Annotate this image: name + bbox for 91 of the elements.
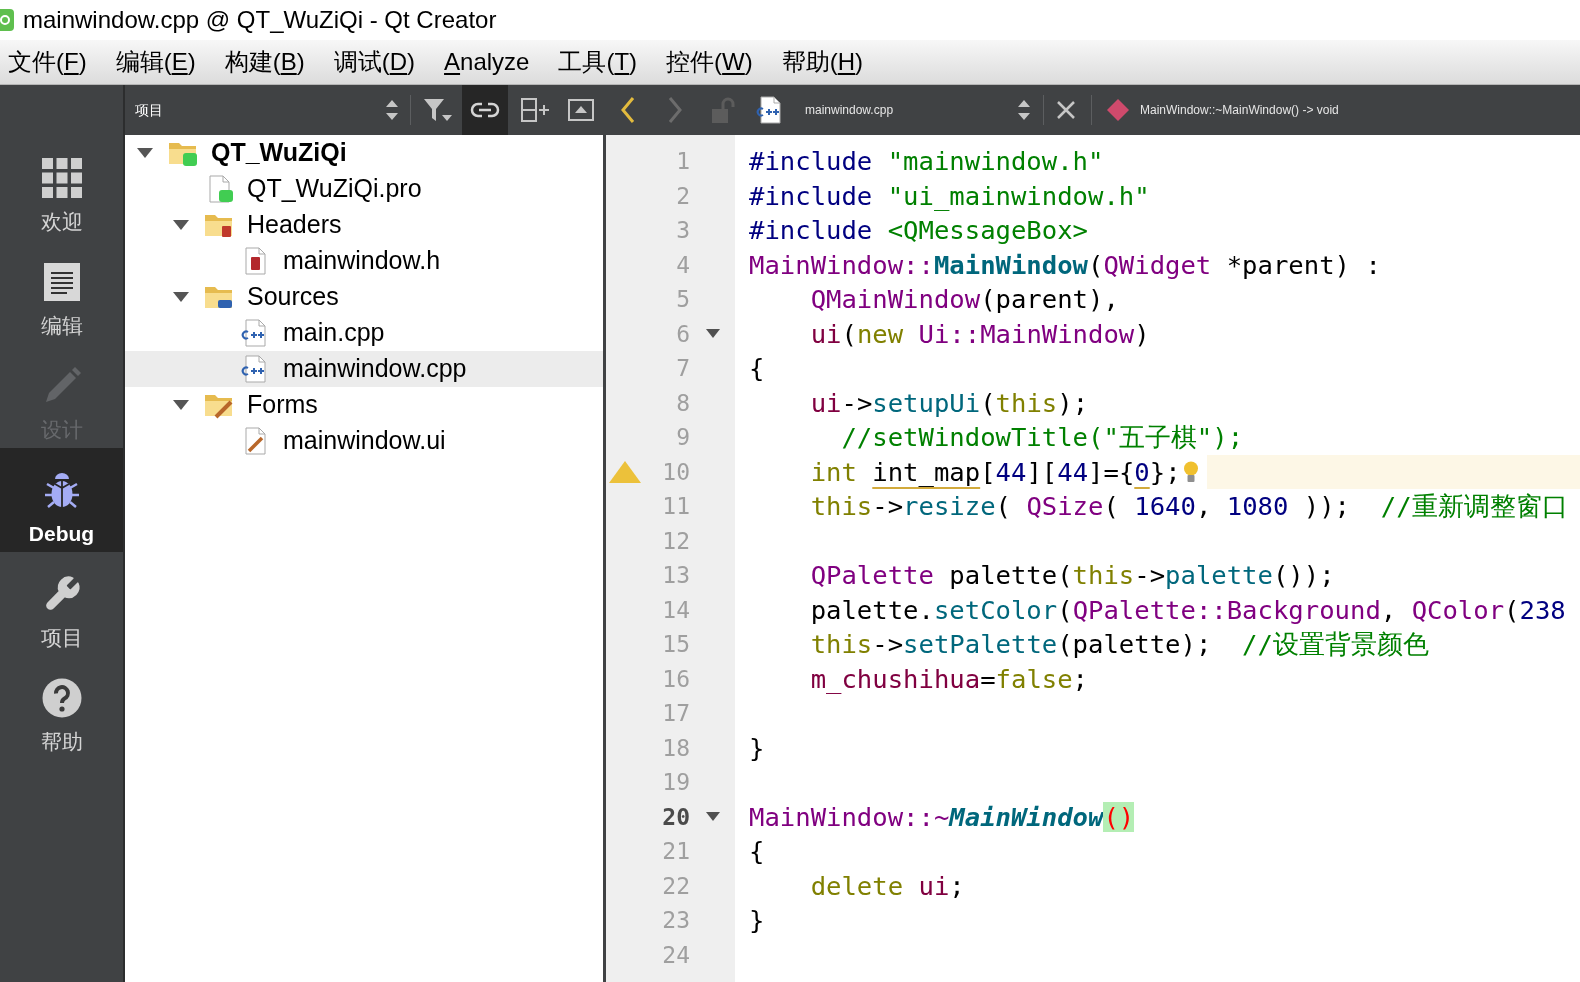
caret-down-icon[interactable]	[173, 400, 189, 410]
line-number: 23	[662, 906, 690, 935]
file-selector[interactable]: mainwindow.cpp	[755, 85, 1035, 135]
line-number: 15	[662, 630, 690, 659]
code-line: {	[749, 352, 765, 386]
tree-item[interactable]: Forms	[125, 387, 603, 423]
code-line: delete ui;	[810, 869, 965, 903]
updown-arrows-icon	[1017, 99, 1031, 121]
line-number: 22	[662, 871, 690, 901]
caret-down-icon[interactable]	[706, 812, 720, 822]
line-number: 9	[676, 423, 690, 452]
tree-item[interactable]: main.cpp	[125, 315, 603, 351]
line-number: 16	[662, 664, 690, 694]
code-line: m_chushihua=false;	[810, 662, 1089, 696]
menu-item[interactable]: 文件(F)	[8, 47, 87, 77]
code-line: //setWindowTitle("五子棋");	[841, 421, 1244, 455]
updown-arrows-icon	[385, 99, 399, 121]
menu-item[interactable]: 工具(T)	[558, 47, 638, 77]
line-number: 18	[662, 733, 690, 763]
tree-item[interactable]: QT_WuZiQi	[125, 135, 603, 171]
window-icon[interactable]	[568, 99, 594, 121]
tree-item[interactable]: mainwindow.ui	[125, 423, 603, 459]
code-line: ui->setupUi(this);	[810, 386, 1089, 420]
link-toggle-button[interactable]	[462, 85, 508, 135]
menu-item[interactable]: 帮助(H)	[781, 47, 864, 77]
mode-button[interactable]: Debug	[0, 448, 123, 552]
symbol-selector[interactable]: MainWindow::~MainWindow() -> void	[1106, 85, 1339, 135]
close-icon[interactable]	[1056, 100, 1076, 120]
tree-item[interactable]: mainwindow.cpp	[125, 351, 603, 387]
help-icon	[41, 678, 82, 718]
code-line: ui(new Ui::MainWindow)	[810, 317, 1150, 351]
menu-item[interactable]: 编辑(E)	[115, 47, 196, 77]
line-number: 10	[662, 457, 690, 487]
diamond-icon	[1106, 98, 1130, 122]
line-number: 4	[676, 250, 690, 280]
mode-button[interactable]: 帮助	[0, 656, 123, 760]
chevron-left-icon[interactable]	[620, 96, 636, 124]
mode-button[interactable]: 项目	[0, 552, 123, 656]
code-line: QPalette palette(this->palette());	[810, 559, 1335, 593]
warning-icon	[608, 459, 642, 484]
code-line: this->resize( QSize( 1640, 1080 )); //重新调整窗口	[810, 490, 1568, 524]
filter-icon[interactable]	[423, 97, 453, 123]
menu-item[interactable]: Analyze	[444, 47, 530, 77]
caret-down-icon[interactable]	[173, 292, 189, 302]
line-number: 20	[662, 802, 690, 832]
window-title: mainwindow.cpp @ QT_WuZiQi - Qt Creator	[23, 5, 497, 35]
code-line: MainWindow::~MainWindow()	[749, 800, 1135, 834]
tree-item[interactable]: Headers	[125, 207, 603, 243]
tree-item[interactable]: QT_WuZiQi.pro	[125, 171, 603, 207]
lightbulb-icon	[1182, 460, 1199, 483]
line-number: 1	[676, 147, 690, 176]
mode-button[interactable]: 编辑	[0, 240, 123, 344]
caret-down-icon[interactable]	[173, 220, 189, 230]
document-icon	[42, 262, 81, 302]
menu-item[interactable]: 构建(B)	[224, 47, 305, 77]
code-line: }	[749, 731, 765, 765]
line-number: 8	[676, 388, 690, 418]
grid-icon	[41, 158, 82, 198]
line-number: 12	[662, 526, 690, 556]
mode-button[interactable]: 欢迎	[0, 136, 123, 240]
code-line: }	[749, 904, 765, 938]
link-icon	[470, 101, 500, 119]
menu-item[interactable]: 调试(D)	[333, 47, 416, 77]
view-selector[interactable]: 项目	[125, 85, 405, 135]
code-line: #include "ui_mainwindow.h"	[749, 179, 1150, 213]
line-number: 2	[676, 181, 690, 211]
line-number: 14	[662, 595, 690, 625]
code-line: #include "mainwindow.h"	[749, 145, 1104, 179]
line-number: 7	[676, 354, 690, 383]
code-line: {	[749, 835, 765, 869]
caret-down-icon[interactable]	[137, 148, 153, 158]
line-number: 13	[662, 561, 690, 590]
tree-item[interactable]: Sources	[125, 279, 603, 315]
caret-down-icon[interactable]	[706, 329, 720, 339]
code-line: palette.setColor(QPalette::Background, QColor(238	[810, 593, 1566, 627]
line-number: 3	[676, 216, 690, 245]
tree-item[interactable]: mainwindow.h	[125, 243, 603, 279]
line-number: 24	[662, 940, 690, 970]
line-number: 21	[662, 837, 690, 866]
code-line: QMainWindow(parent),	[810, 283, 1119, 317]
line-number: 5	[676, 285, 690, 314]
code-line: #include <QMessageBox>	[749, 214, 1088, 248]
code-line: int int_map[44][44]={0};	[810, 455, 1181, 489]
line-number: 6	[676, 319, 690, 349]
code-line: this->setPalette(palette); //设置背景颜色	[810, 628, 1429, 662]
menu-item[interactable]: 控件(W)	[666, 47, 753, 77]
line-number: 17	[662, 699, 690, 728]
line-number: 11	[662, 492, 690, 521]
code-line: MainWindow::MainWindow(QWidget *parent) :	[749, 248, 1381, 282]
line-number: 19	[662, 768, 690, 797]
split-icon[interactable]	[520, 98, 550, 122]
